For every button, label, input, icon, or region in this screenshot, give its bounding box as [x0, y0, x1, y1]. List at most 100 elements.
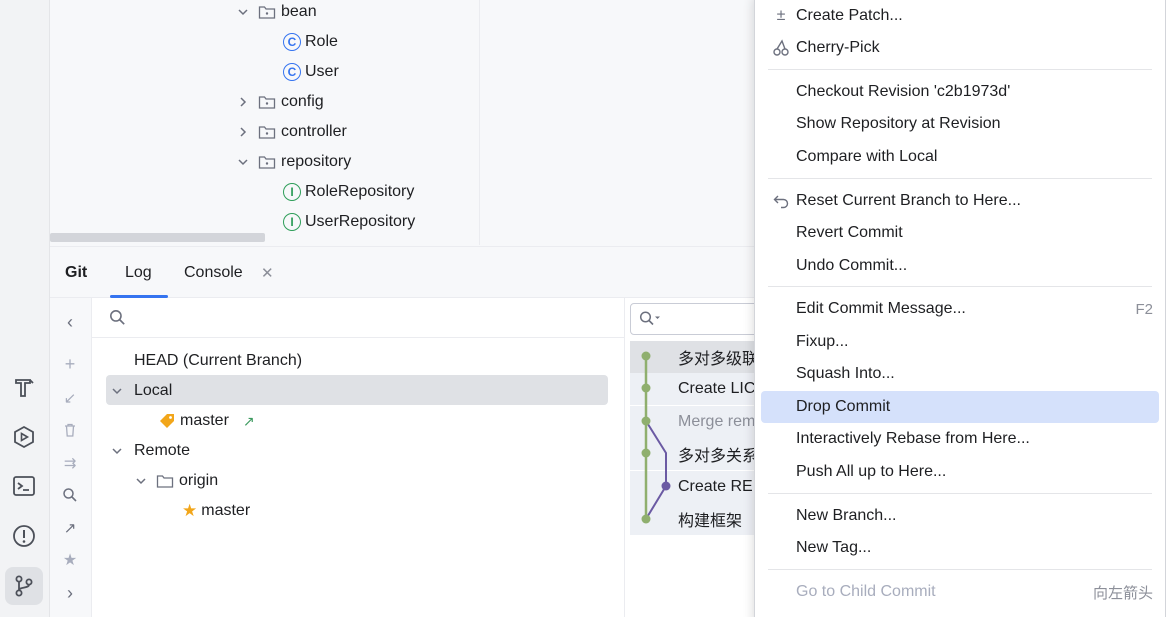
menu-item-undo-commit[interactable]: Undo Commit... — [761, 250, 1159, 282]
menu-item-create-patch[interactable]: ± Create Patch... — [761, 0, 1159, 32]
menu-item-reset-branch[interactable]: Reset Current Branch to Here... — [761, 185, 1159, 217]
branch-search-field[interactable] — [92, 298, 624, 338]
menu-item-compare-local[interactable]: Compare with Local — [761, 141, 1159, 173]
folder-icon — [156, 473, 174, 489]
tree-item-role[interactable]: C Role — [283, 27, 338, 57]
build-icon[interactable] — [5, 368, 43, 406]
branch-group-local[interactable]: Local — [110, 376, 172, 406]
interface-icon: I — [283, 213, 301, 231]
add-icon[interactable]: + — [58, 352, 82, 376]
chevron-down-icon[interactable] — [236, 5, 250, 19]
graph-node — [641, 448, 651, 458]
graph-node — [641, 351, 651, 361]
branch-head[interactable]: HEAD (Current Branch) — [134, 346, 302, 376]
commit-log: 多对多级联 Create LIC Merge rem 多对多关系 Create … — [624, 298, 764, 617]
branch-remote-master[interactable]: ★ master — [182, 496, 250, 526]
tree-item-repository[interactable]: repository — [236, 147, 351, 177]
search-icon — [639, 310, 661, 332]
menu-item-squash[interactable]: Squash Into... — [761, 358, 1159, 390]
tracking-arrow-icon: ↗ — [242, 412, 255, 429]
commit-message: 构建框架 — [678, 513, 743, 530]
branch-local-master[interactable]: master ↗ — [158, 406, 255, 436]
tree-item-rolerepository[interactable]: I RoleRepository — [283, 177, 414, 207]
menu-item-interactive-rebase[interactable]: Interactively Rebase from Here... — [761, 423, 1159, 455]
branch-label: master — [201, 502, 251, 519]
compare-icon[interactable]: ↗ — [58, 516, 82, 540]
problems-icon[interactable] — [5, 517, 43, 555]
tab-console[interactable]: Console — [184, 247, 243, 299]
tree-item-user[interactable]: C User — [283, 57, 339, 87]
run-icon[interactable] — [5, 418, 43, 456]
menu-item-revert-commit[interactable]: Revert Commit — [761, 217, 1159, 249]
class-icon: C — [283, 33, 301, 51]
horizontal-scrollbar[interactable] — [50, 233, 265, 242]
shortcut-label: 向左箭头 — [1092, 584, 1153, 602]
shortcut-label: F2 — [1135, 300, 1153, 318]
menu-item-fixup[interactable]: Fixup... — [761, 326, 1159, 358]
git-window-title: Git — [65, 264, 88, 281]
commit-message: Merge rem — [678, 413, 756, 430]
tree-item-label: repository — [281, 153, 352, 170]
tree-item-config[interactable]: config — [236, 87, 324, 117]
chevron-down-icon[interactable] — [236, 155, 250, 169]
menu-item-drop-commit[interactable]: Drop Commit — [761, 391, 1159, 423]
cherry-icon — [771, 38, 791, 58]
close-icon[interactable]: ✕ — [261, 247, 274, 299]
menu-item-push-up-to-here[interactable]: Push All up to Here... — [761, 456, 1159, 488]
tree-item-userrepository[interactable]: I UserRepository — [283, 207, 415, 237]
interface-icon: I — [283, 183, 301, 201]
folder-icon — [258, 94, 276, 110]
commit-message: Create RE — [678, 478, 753, 495]
menu-item-new-branch[interactable]: New Branch... — [761, 500, 1159, 532]
git-tab-bar: Git Log Console ✕ — [50, 246, 760, 298]
tree-item-label: config — [281, 93, 324, 110]
tree-item-label: User — [305, 63, 339, 80]
menu-item-cherry-pick[interactable]: Cherry-Pick — [761, 32, 1159, 64]
menu-item-new-tag[interactable]: New Tag... — [761, 532, 1159, 564]
tab-log[interactable]: Log — [125, 247, 152, 299]
menu-item-go-to-child[interactable]: Go to Child Commit 向左箭头 — [761, 576, 1159, 608]
tree-item-controller[interactable]: controller — [236, 117, 347, 147]
commit-context-menu: ± Create Patch... Cherry-Pick Checkout R… — [754, 0, 1166, 617]
git-icon[interactable] — [5, 567, 43, 605]
chevron-down-icon[interactable] — [134, 474, 148, 488]
graph-line-branch — [645, 420, 667, 520]
graph-node — [641, 383, 651, 393]
terminal-icon[interactable] — [5, 467, 43, 505]
patch-icon: ± — [776, 7, 786, 24]
log-search-field[interactable] — [630, 303, 764, 335]
branch-group-label: Local — [134, 382, 173, 399]
folder-icon — [258, 4, 276, 20]
chevron-right-icon[interactable]: › — [58, 581, 82, 605]
activity-bar — [0, 0, 50, 617]
tree-item-bean[interactable]: bean — [236, 0, 317, 27]
project-tree: bean C Role C User config controller rep… — [50, 0, 480, 245]
chevron-left-icon[interactable]: ‹ — [58, 310, 82, 334]
chevron-right-icon[interactable] — [236, 125, 250, 139]
branch-group-label: Remote — [134, 442, 191, 459]
graph-node — [641, 514, 651, 524]
folder-icon — [258, 124, 276, 140]
commit-message: Create LIC — [678, 380, 756, 397]
class-icon: C — [283, 63, 301, 81]
star-icon[interactable]: ★ — [58, 548, 82, 572]
search-icon[interactable] — [58, 483, 82, 507]
chevron-down-icon[interactable] — [110, 384, 124, 398]
delete-icon[interactable] — [58, 418, 82, 442]
branch-group-remote[interactable]: Remote — [110, 436, 190, 466]
branches-toolbar: ‹ + ↙ ⇉ ↗ ★ › — [50, 298, 92, 617]
merge-icon[interactable]: ⇉ — [58, 451, 82, 475]
chevron-right-icon[interactable] — [236, 95, 250, 109]
chevron-down-icon[interactable] — [110, 444, 124, 458]
menu-separator — [768, 569, 1152, 570]
checkout-icon[interactable]: ↙ — [58, 386, 82, 410]
menu-item-checkout-revision[interactable]: Checkout Revision 'c2b1973d' — [761, 76, 1159, 108]
menu-item-show-repository[interactable]: Show Repository at Revision — [761, 108, 1159, 140]
remote-origin[interactable]: origin — [134, 466, 218, 496]
tree-item-label: RoleRepository — [305, 183, 415, 200]
menu-separator — [768, 286, 1152, 287]
commit-graph — [641, 351, 671, 524]
menu-item-edit-message[interactable]: Edit Commit Message... F2 — [761, 293, 1159, 325]
tree-item-label: UserRepository — [305, 213, 416, 230]
graph-node — [661, 481, 671, 491]
